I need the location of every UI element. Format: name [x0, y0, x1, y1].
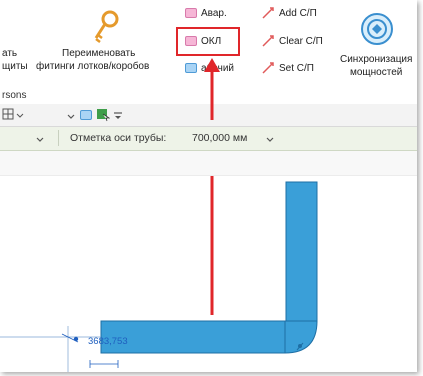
cable-tray-drawing — [0, 92, 318, 372]
chevron-down-icon[interactable] — [265, 134, 275, 144]
drawing-canvas[interactable]: 3683,753 — [0, 92, 417, 372]
dimension-point — [73, 336, 79, 342]
elevation-value-field[interactable]: 700,000 мм — [192, 132, 247, 144]
options-bar: Отметка оси трубы: 700,000 мм — [0, 127, 417, 151]
revit-window: ать щиты Переименовать фитинги лотков/ко… — [0, 0, 417, 372]
vertical-tray — [285, 181, 318, 323]
tray-elbow — [284, 320, 318, 354]
view-tab-strip — [0, 151, 417, 176]
horizontal-tray — [100, 320, 286, 354]
options-divider — [58, 130, 59, 146]
chevron-down-icon[interactable] — [35, 134, 45, 144]
dimension-text: 3683,753 — [88, 336, 128, 347]
elevation-label: Отметка оси трубы: — [70, 132, 167, 144]
pointer-arrow-head — [204, 58, 220, 120]
